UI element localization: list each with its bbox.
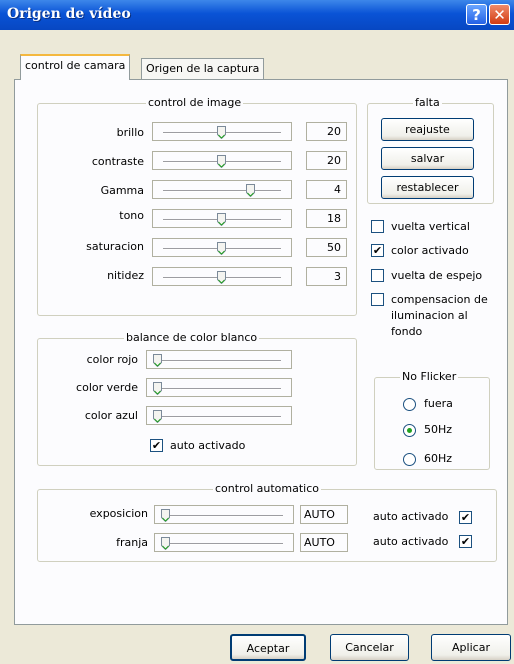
contraste-slider[interactable] <box>152 151 292 170</box>
tab-origen-de-la-captura[interactable]: Origen de la captura <box>141 58 265 79</box>
wb-auto-checkbox[interactable]: ✔ <box>150 439 163 452</box>
auto-control-group: control automatico exposicion AUTO auto … <box>37 482 497 562</box>
check-mark-icon: ✔ <box>151 439 162 452</box>
exposicion-value[interactable]: AUTO <box>300 505 348 524</box>
image-control-title: control de image <box>146 96 244 109</box>
color-azul-label: color azul <box>84 409 138 422</box>
slider-thumb[interactable] <box>217 271 226 285</box>
tab-control-de-camara[interactable]: control de camara <box>20 54 131 80</box>
exposicion-slider[interactable] <box>154 505 294 524</box>
gamma-slider[interactable] <box>152 180 292 199</box>
slider-thumb[interactable] <box>153 354 162 368</box>
contraste-value[interactable]: 20 <box>306 151 347 170</box>
franja-auto-checkbox[interactable]: ✔ <box>459 535 472 548</box>
check-mark-icon: ✔ <box>460 511 471 524</box>
exposicion-label: exposicion <box>89 507 148 520</box>
tono-slider[interactable] <box>152 209 292 228</box>
defaults-group: falta reajuste salvar restablecer <box>367 96 494 204</box>
compensacion-checkbox[interactable] <box>371 293 384 306</box>
gamma-value[interactable]: 4 <box>306 180 347 199</box>
slider-thumb[interactable] <box>246 184 255 198</box>
flicker-title: No Flicker <box>400 370 459 383</box>
tab-panel: control de image brillo 20 contraste 20 … <box>14 79 508 625</box>
tono-value[interactable]: 18 <box>306 209 347 228</box>
saturacion-slider[interactable] <box>152 238 292 257</box>
defaults-group-title: falta <box>413 96 442 109</box>
wb-auto-label: auto activado <box>170 439 246 452</box>
flicker-fuera-radio[interactable] <box>403 398 416 411</box>
aplicar-button[interactable]: Aplicar <box>431 634 511 661</box>
vuelta-vertical-label: vuelta vertical <box>391 220 470 233</box>
saturacion-value[interactable]: 50 <box>306 238 347 257</box>
tono-label: tono <box>119 209 144 222</box>
aceptar-button[interactable]: Aceptar <box>230 634 306 661</box>
flicker-50hz-label: 50Hz <box>424 423 453 436</box>
color-verde-label: color verde <box>76 381 138 394</box>
nitidez-value[interactable]: 3 <box>306 267 347 286</box>
slider-thumb[interactable] <box>217 155 226 169</box>
reajuste-button[interactable]: reajuste <box>381 118 474 141</box>
flicker-fuera-label: fuera <box>424 397 453 410</box>
gamma-label: Gamma <box>100 184 144 197</box>
color-rojo-slider[interactable] <box>146 350 292 369</box>
saturacion-label: saturacion <box>86 240 144 253</box>
auto-control-title: control automatico <box>213 482 321 495</box>
nitidez-slider[interactable] <box>152 267 292 286</box>
vuelta-vertical-checkbox[interactable] <box>371 220 384 233</box>
slider-thumb[interactable] <box>217 213 226 227</box>
slider-thumb[interactable] <box>161 509 170 523</box>
brillo-label: brillo <box>116 126 144 139</box>
radio-selected-dot <box>407 428 412 433</box>
color-azul-slider[interactable] <box>146 406 292 425</box>
close-icon: ✕ <box>493 6 506 24</box>
slider-thumb[interactable] <box>161 537 170 551</box>
slider-thumb[interactable] <box>153 410 162 424</box>
franja-value[interactable]: AUTO <box>300 533 348 552</box>
close-button[interactable]: ✕ <box>489 4 510 25</box>
brillo-slider[interactable] <box>152 122 292 141</box>
nitidez-label: nitidez <box>107 269 144 282</box>
color-activado-checkbox[interactable]: ✔ <box>371 244 384 257</box>
dialog-window: Origen de vídeo ? ✕ control de camara Or… <box>0 0 514 664</box>
color-verde-slider[interactable] <box>146 378 292 397</box>
color-rojo-label: color rojo <box>86 353 138 366</box>
exposicion-auto-checkbox[interactable]: ✔ <box>459 511 472 524</box>
flicker-60hz-radio[interactable] <box>403 453 416 466</box>
check-mark-icon: ✔ <box>372 244 383 257</box>
window-title: Origen de vídeo <box>7 6 131 22</box>
flicker-50hz-radio[interactable] <box>403 424 416 437</box>
franja-label: franja <box>116 536 148 549</box>
flicker-group: No Flicker fuera 50Hz 60Hz <box>374 370 490 470</box>
white-balance-group: balance de color blanco color rojo color… <box>37 331 357 466</box>
vuelta-de-espejo-label: vuelta de espejo <box>391 269 483 282</box>
exposicion-auto-label: auto activado <box>373 510 449 523</box>
color-activado-label: color activado <box>391 244 469 257</box>
flicker-60hz-label: 60Hz <box>424 452 453 465</box>
contraste-label: contraste <box>91 155 144 168</box>
brillo-value[interactable]: 20 <box>306 122 347 141</box>
restablecer-button[interactable]: restablecer <box>381 176 474 199</box>
help-button[interactable]: ? <box>466 4 487 25</box>
franja-slider[interactable] <box>154 533 294 552</box>
slider-thumb[interactable] <box>217 126 226 140</box>
help-icon: ? <box>472 6 481 24</box>
image-control-group: control de image brillo 20 contraste 20 … <box>37 96 357 316</box>
compensacion-label: compensacion de iluminacion al fondo <box>391 293 488 338</box>
slider-thumb[interactable] <box>153 382 162 396</box>
title-bar[interactable]: Origen de vídeo ? ✕ <box>0 0 514 30</box>
white-balance-title: balance de color blanco <box>124 331 260 344</box>
vuelta-de-espejo-checkbox[interactable] <box>371 269 384 282</box>
franja-auto-label: auto activado <box>373 535 449 548</box>
salvar-button[interactable]: salvar <box>381 147 474 170</box>
check-mark-icon: ✔ <box>460 535 471 548</box>
cancelar-button[interactable]: Cancelar <box>330 634 409 661</box>
slider-thumb[interactable] <box>217 242 226 256</box>
